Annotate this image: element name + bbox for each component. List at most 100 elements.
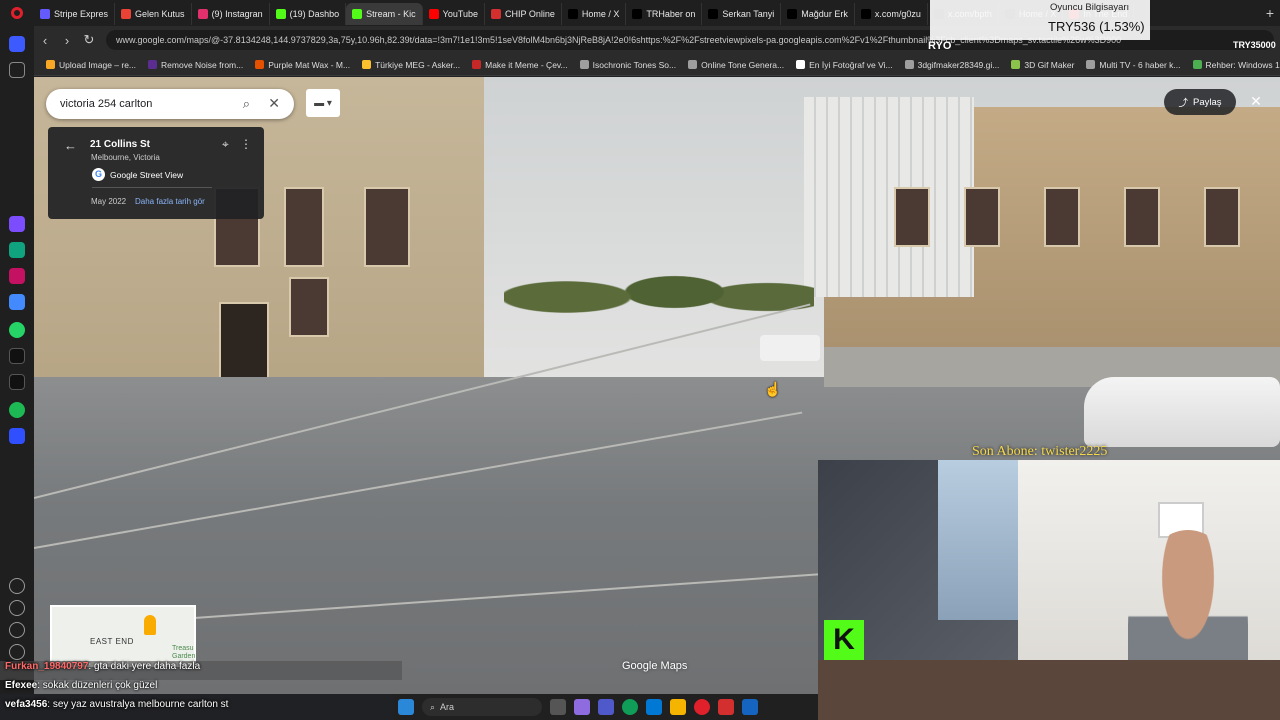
lightbulb-icon[interactable] xyxy=(9,644,25,660)
search-icon: ⌕ xyxy=(430,701,436,712)
more-options-icon[interactable]: ⋮ xyxy=(240,137,252,151)
browser-tab[interactable]: YouTube xyxy=(423,3,486,25)
task-view-icon[interactable] xyxy=(550,699,566,715)
edge-icon[interactable] xyxy=(622,699,638,715)
aria-icon[interactable] xyxy=(9,216,25,232)
browser-tab[interactable]: CHIP Online xyxy=(485,3,562,25)
bookmark-item[interactable]: En İyi Fotoğraf ve Vi... xyxy=(790,60,898,70)
tiktok-icon[interactable] xyxy=(9,348,25,364)
location-pin-icon[interactable]: ⌖ xyxy=(222,137,229,152)
messenger-icon[interactable] xyxy=(9,294,25,310)
back-icon[interactable]: ‹ xyxy=(34,29,56,51)
bookmark-favicon-icon xyxy=(796,60,806,69)
browser-tab[interactable]: Mağdur Erk xyxy=(781,3,855,25)
tab-label: YouTube xyxy=(442,9,479,19)
bookmark-item[interactable]: Upload Image – re... xyxy=(40,60,142,70)
browser-tab[interactable]: x.com/g0zu xyxy=(855,3,928,25)
explorer-icon[interactable] xyxy=(670,699,686,715)
search-icon[interactable]: ⌕ xyxy=(243,96,250,112)
capture-date: May 2022 xyxy=(91,197,127,206)
whatsapp-icon[interactable] xyxy=(9,322,25,338)
browser-tab[interactable]: Stream - Kic xyxy=(346,3,423,25)
bookmark-label: En İyi Fotoğraf ve Vi... xyxy=(809,59,893,70)
bookmark-favicon-icon xyxy=(1192,60,1202,69)
more-dates-link[interactable]: Daha fazla tarih gör xyxy=(135,197,205,206)
bookmark-item[interactable]: 3dgifmaker28349.gi... xyxy=(899,60,1006,70)
minimap[interactable]: EAST END Treasu Garden xyxy=(50,605,196,667)
tab-label: Home / X xyxy=(581,9,620,19)
bookmark-favicon-icon xyxy=(1086,60,1096,69)
teams-icon[interactable] xyxy=(598,699,614,715)
bookmark-label: Multi TV - 6 haber k... xyxy=(1099,59,1181,70)
app-icon[interactable] xyxy=(9,268,25,284)
bookmark-item[interactable]: Multi TV - 6 haber k... xyxy=(1080,60,1186,70)
settings-icon[interactable] xyxy=(9,622,25,638)
browser-tab[interactable]: TRHaber on xyxy=(626,3,703,25)
bookmark-item[interactable]: Türkiye MEG - Asker... xyxy=(356,60,466,70)
opera-icon[interactable] xyxy=(694,699,710,715)
last-subscriber: Son Abone: twister2225 xyxy=(972,444,1108,459)
share-button[interactable]: ⤴ Paylaş xyxy=(1164,89,1236,115)
webcam-window xyxy=(938,460,1028,620)
hand-cursor-icon: ☝ xyxy=(764,381,782,397)
tab-favicon-icon xyxy=(352,9,363,19)
chat-text: : gta daki yere daha fazla xyxy=(88,661,201,672)
bookmark-item[interactable]: Remove Noise from... xyxy=(142,60,249,70)
tab-favicon-icon xyxy=(197,9,208,19)
close-street-view-icon[interactable]: ✕ xyxy=(1246,91,1266,111)
forward-icon[interactable]: › xyxy=(56,29,78,51)
location-card: ← 21 Collins St Melbourne, Victoria ⌖ ⋮ … xyxy=(48,127,264,219)
bookmark-item[interactable]: Rehber: Windows 1... xyxy=(1187,60,1280,70)
taskbar-search[interactable]: ⌕ Ara xyxy=(422,698,542,716)
pegman-icon[interactable] xyxy=(144,615,156,635)
tower-block xyxy=(804,97,974,297)
building-door xyxy=(219,302,269,382)
trees xyxy=(504,237,814,337)
copilot-icon[interactable] xyxy=(574,699,590,715)
chatgpt-icon[interactable] xyxy=(9,242,25,258)
spotify-icon[interactable] xyxy=(9,402,25,418)
x-icon[interactable] xyxy=(9,374,25,390)
heart-icon[interactable] xyxy=(9,578,25,594)
history-icon[interactable] xyxy=(9,600,25,616)
bookmark-item[interactable]: Isochronic Tones So... xyxy=(574,60,682,70)
taskbar-search-label: Ara xyxy=(440,702,455,712)
browser-tab[interactable]: Serkan Tanyi xyxy=(702,3,782,25)
provider-label: Google Street View xyxy=(110,169,184,180)
browser-sidebar xyxy=(0,26,34,694)
browser-tab[interactable]: Home / X xyxy=(562,3,627,25)
taskbar: ⌕ Ara xyxy=(394,694,818,720)
bookmark-item[interactable]: Make it Meme - Çev... xyxy=(466,60,574,70)
windows-start-icon[interactable] xyxy=(398,699,414,715)
donation-amount: TRY536 (1.53%) xyxy=(1048,19,1145,34)
chat-text: : sokak düzenleri çok güzel xyxy=(37,680,158,691)
bookmark-label: Upload Image – re... xyxy=(59,59,137,70)
tab-label: (9) Instagran xyxy=(211,9,263,19)
browser-tab[interactable]: (19) Dashbo xyxy=(270,3,347,25)
home-icon[interactable] xyxy=(9,36,25,52)
browser-tab[interactable]: Stripe Expres xyxy=(34,3,116,25)
tab-favicon-icon xyxy=(428,9,439,19)
bookmark-favicon-icon xyxy=(148,60,158,69)
tab-label: (19) Dashbo xyxy=(289,9,340,19)
opera-logo-icon[interactable] xyxy=(0,0,34,26)
bookmark-item[interactable]: Online Tone Genera... xyxy=(682,60,790,70)
close-icon[interactable]: ✕ xyxy=(268,95,280,112)
search-input[interactable]: victoria 254 carlton ⌕ ✕ xyxy=(46,89,294,119)
browser-tab[interactable]: (9) Instagran xyxy=(192,3,270,25)
store-icon[interactable] xyxy=(646,699,662,715)
back-arrow-icon[interactable]: ← xyxy=(64,138,77,153)
player-icon[interactable] xyxy=(9,428,25,444)
app-icon[interactable] xyxy=(742,699,758,715)
layers-button[interactable]: ▬ ▾ xyxy=(306,89,340,117)
bookmark-item[interactable]: 3D Gif Maker xyxy=(1005,60,1080,70)
star-icon[interactable] xyxy=(9,62,25,78)
building-window xyxy=(289,277,329,337)
new-tab-button[interactable]: + xyxy=(1260,5,1280,21)
bookmark-item[interactable]: Purple Mat Wax - M... xyxy=(249,60,356,70)
tab-favicon-icon xyxy=(567,9,578,19)
reload-icon[interactable]: ↻ xyxy=(78,29,100,51)
browser-tab[interactable]: Gelen Kutus xyxy=(115,3,192,25)
app-icon[interactable] xyxy=(718,699,734,715)
chat-message: Efexee: sokak düzenleri çok güzel xyxy=(0,680,402,699)
